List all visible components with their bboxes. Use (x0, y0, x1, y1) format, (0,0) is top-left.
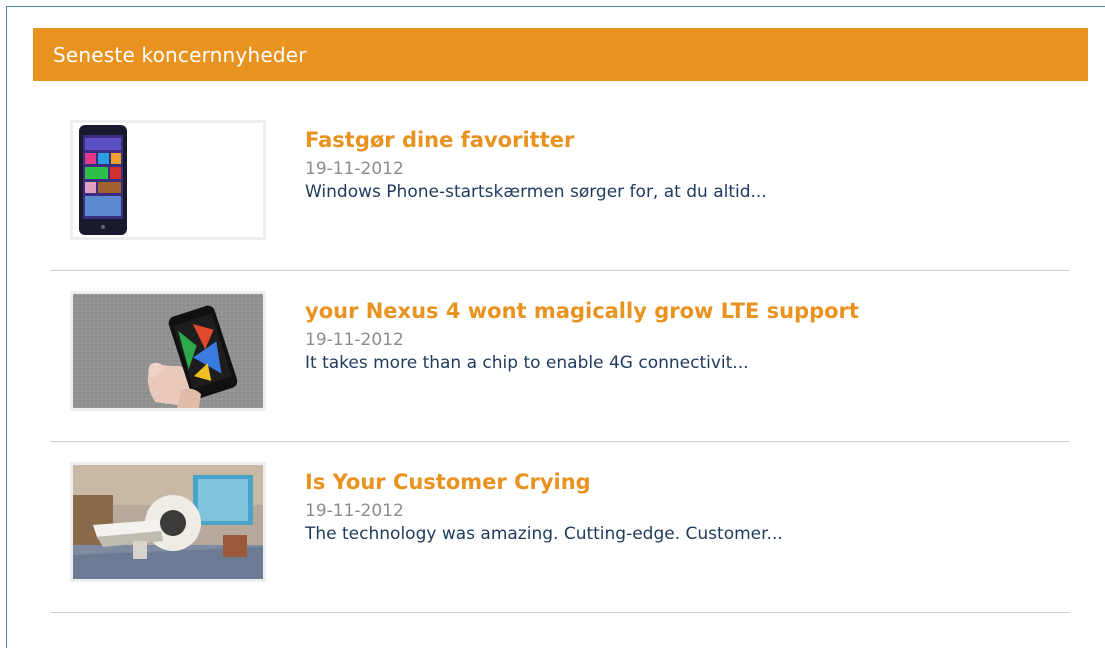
windows-phone-thumbnail[interactable] (70, 120, 266, 240)
news-title-link[interactable]: your Nexus 4 wont magically grow LTE sup… (305, 299, 859, 323)
news-item[interactable]: Is Your Customer Crying 19-11-2012 The t… (51, 442, 1070, 613)
widget-header: Seneste koncernnyheder (33, 28, 1088, 81)
news-excerpt: Windows Phone-startskærmen sørger for, a… (305, 182, 767, 202)
news-item[interactable]: Fastgør dine favoritter 19-11-2012 Windo… (51, 100, 1070, 271)
news-date: 19-11-2012 (305, 501, 404, 521)
nexus-phone-in-hand-thumbnail[interactable] (70, 291, 266, 411)
news-title-link[interactable]: Fastgør dine favoritter (305, 128, 574, 152)
news-item[interactable]: your Nexus 4 wont magically grow LTE sup… (51, 271, 1070, 442)
news-excerpt: The technology was amazing. Cutting-edge… (305, 524, 783, 544)
news-title-link[interactable]: Is Your Customer Crying (305, 470, 591, 494)
news-widget-frame: Seneste koncernnyheder Fastgør dine favo… (6, 6, 1105, 648)
windows-phone-image (73, 123, 263, 237)
nexus-phone-image (73, 294, 263, 408)
news-date: 19-11-2012 (305, 330, 404, 350)
news-date: 19-11-2012 (305, 159, 404, 179)
mri-scanner-image (73, 465, 263, 579)
widget-title: Seneste koncernnyheder (53, 43, 307, 67)
news-excerpt: It takes more than a chip to enable 4G c… (305, 353, 749, 373)
mri-scanner-room-thumbnail[interactable] (70, 462, 266, 582)
